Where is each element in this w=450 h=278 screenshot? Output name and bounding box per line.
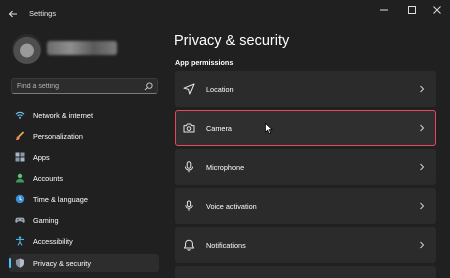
sidebar-item-label: Accessibility: [33, 237, 73, 246]
apps-icon: [15, 152, 25, 162]
sidebar-item-label: Gaming: [33, 216, 59, 225]
permission-camera[interactable]: Camera: [175, 110, 436, 146]
permission-label: Notifications: [206, 241, 246, 250]
mouse-cursor-icon: [265, 123, 273, 134]
search-input[interactable]: [12, 79, 140, 93]
chevron-right-icon: [420, 85, 425, 93]
minimize-button[interactable]: [370, 0, 398, 20]
chevron-right-icon: [420, 241, 425, 249]
chevron-right-icon: [420, 124, 425, 132]
microphone-icon: [184, 161, 194, 173]
maximize-icon: [408, 6, 416, 14]
search-icon[interactable]: [144, 82, 153, 91]
avatar[interactable]: [12, 34, 42, 64]
sidebar-item-network[interactable]: Network & internet: [9, 106, 159, 124]
search-box[interactable]: [11, 78, 158, 94]
user-name-redacted: [47, 41, 117, 55]
sidebar-item-label: Personalization: [33, 132, 83, 141]
maximize-button[interactable]: [398, 0, 426, 20]
sidebar-item-time-language[interactable]: Time & language: [9, 190, 159, 208]
bell-icon: [183, 239, 195, 251]
person-icon: [16, 173, 24, 183]
sidebar-item-gaming[interactable]: Gaming: [9, 211, 159, 229]
shield-icon: [16, 258, 24, 268]
back-button[interactable]: [6, 7, 20, 21]
sidebar-item-label: Apps: [33, 153, 50, 162]
sidebar-item-label: Accounts: [33, 174, 64, 183]
sidebar-item-apps[interactable]: Apps: [9, 148, 159, 166]
page-title: Privacy & security: [174, 33, 290, 49]
gamepad-icon: [15, 217, 25, 223]
sidebar-item-accounts[interactable]: Accounts: [9, 169, 159, 187]
permission-label: Voice activation: [206, 202, 257, 211]
app-title: Settings: [29, 9, 57, 18]
close-icon: [433, 6, 441, 14]
permission-location[interactable]: Location: [175, 71, 436, 107]
close-button[interactable]: [423, 0, 450, 20]
sidebar-item-label: Privacy & security: [33, 259, 91, 268]
minimize-icon: [380, 9, 388, 11]
wifi-icon: [15, 111, 25, 119]
permission-voice-activation[interactable]: Voice activation: [175, 188, 436, 224]
permission-label: Location: [206, 85, 234, 94]
location-arrow-icon: [183, 83, 195, 95]
section-heading: App permissions: [175, 58, 234, 67]
permission-label: Camera: [206, 124, 232, 133]
permission-label: Microphone: [206, 163, 245, 172]
globe-clock-icon: [15, 194, 25, 204]
sidebar-item-label: Network & internet: [33, 111, 94, 120]
paintbrush-icon: [15, 131, 25, 141]
back-arrow-icon: [8, 10, 17, 18]
accessibility-icon: [16, 236, 24, 246]
permission-notifications[interactable]: Notifications: [175, 227, 436, 263]
selection-indicator: [9, 258, 11, 268]
camera-icon: [183, 123, 195, 133]
sidebar-item-personalization[interactable]: Personalization: [9, 127, 159, 145]
title-bar: Settings: [0, 0, 450, 28]
voice-activation-icon: [185, 200, 193, 211]
chevron-right-icon: [420, 163, 425, 171]
sidebar-item-accessibility[interactable]: Accessibility: [9, 232, 159, 250]
sidebar-item-privacy-security[interactable]: Privacy & security: [9, 254, 159, 272]
chevron-right-icon: [420, 202, 425, 210]
permission-card-partial[interactable]: [175, 266, 436, 278]
sidebar-item-label: Time & language: [33, 195, 88, 204]
permission-microphone[interactable]: Microphone: [175, 149, 436, 185]
